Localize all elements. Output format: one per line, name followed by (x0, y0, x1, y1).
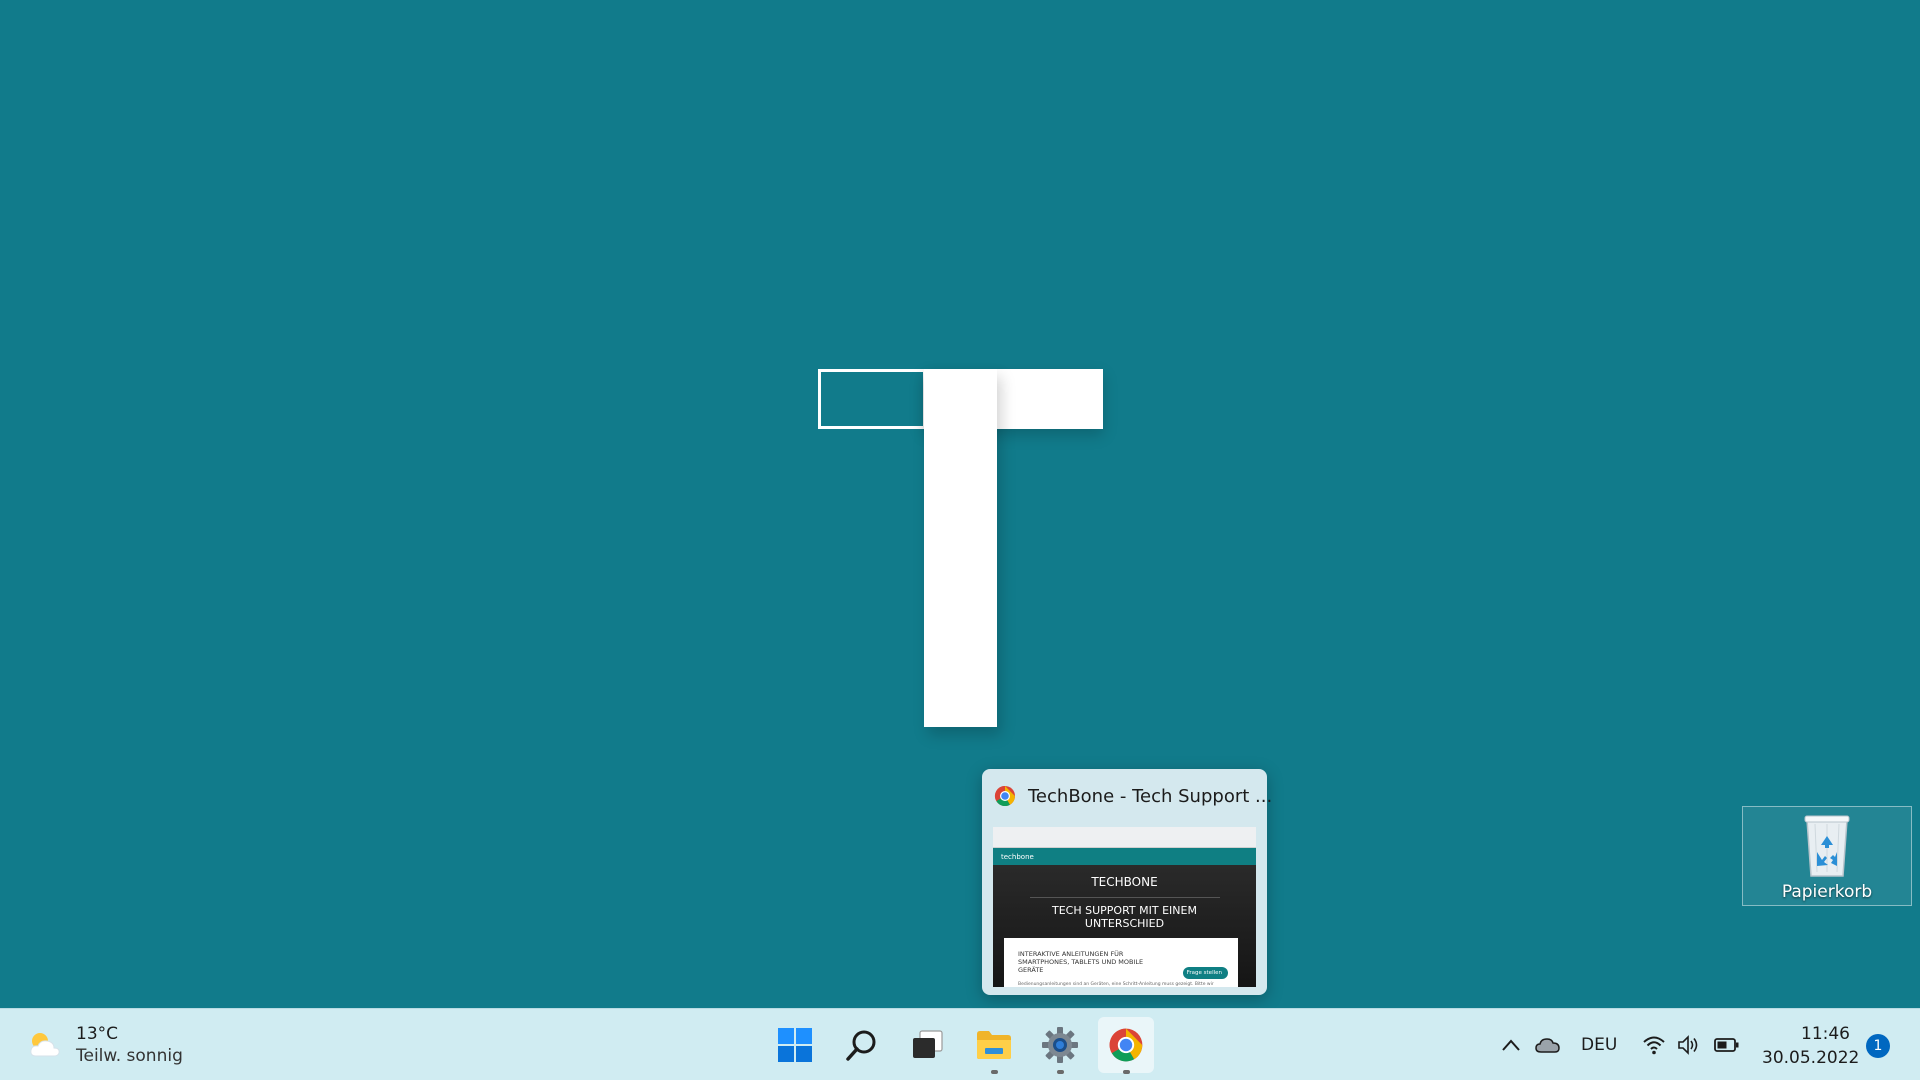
windows-start-icon (778, 1028, 812, 1062)
chrome-icon (994, 785, 1015, 807)
tray-volume[interactable] (1677, 1009, 1699, 1080)
thumbnail-ask-button: Frage stellen (1182, 967, 1228, 979)
battery-icon (1714, 1038, 1739, 1052)
start-button[interactable] (767, 1017, 823, 1073)
taskbar: 13°C Teilw. sonnig DEU 11:46 30.05.2022 … (0, 1008, 1920, 1080)
clock-time: 11:46 (1801, 1024, 1850, 1044)
taskbar-settings[interactable] (1032, 1017, 1088, 1074)
task-view-button[interactable] (900, 1017, 956, 1073)
weather-widget[interactable]: 13°C Teilw. sonnig (28, 1023, 183, 1067)
tray-network[interactable] (1642, 1009, 1666, 1080)
recycle-bin-shortcut[interactable]: Papierkorb (1742, 806, 1912, 906)
taskbar-chrome[interactable] (1098, 1017, 1154, 1074)
thumbnail-footer-text: Bedienungsanleitungen sind an Geräten, e… (1018, 982, 1214, 987)
tray-language[interactable]: DEU (1581, 1009, 1617, 1080)
thumbnail-heading: TECHBONE (1091, 875, 1158, 889)
thumbnail-subheading: TECH SUPPORT MIT EINEM UNTERSCHIED (1052, 904, 1197, 930)
taskbar-file-explorer[interactable] (966, 1017, 1022, 1074)
running-indicator (1123, 1070, 1130, 1074)
gear-icon (1042, 1027, 1078, 1063)
speaker-icon (1678, 1035, 1698, 1055)
search-button[interactable] (834, 1017, 890, 1073)
thumbnail-browser-bar (993, 827, 1256, 848)
chrome-icon (1109, 1028, 1143, 1062)
preview-thumbnail[interactable]: techbone TECHBONE TECH SUPPORT MIT EINEM… (993, 827, 1256, 987)
wifi-icon (1643, 1036, 1665, 1055)
folder-icon (977, 1031, 1011, 1059)
logo-stem (924, 369, 997, 727)
clock[interactable]: 11:46 30.05.2022 (1762, 1022, 1860, 1070)
tray-onedrive[interactable] (1535, 1009, 1561, 1080)
running-indicator (991, 1070, 998, 1074)
weather-temperature: 13°C (76, 1024, 119, 1044)
notification-badge[interactable]: 1 (1866, 1034, 1890, 1058)
preview-header: TechBone - Tech Support ... (994, 785, 1272, 807)
recycle-bin-label: Papierkorb (1781, 882, 1873, 902)
partly-sunny-icon (30, 1033, 60, 1057)
preview-window-title: TechBone - Tech Support ... (1028, 785, 1273, 807)
weather-condition: Teilw. sonnig (76, 1046, 183, 1066)
thumbnail-hero: TECHBONE TECH SUPPORT MIT EINEM UNTERSCH… (993, 865, 1256, 987)
thumbnail-site-logo: techbone (1001, 852, 1034, 861)
clock-date: 30.05.2022 (1762, 1048, 1860, 1068)
logo-outline-block (818, 369, 926, 429)
weather-text: 13°C Teilw. sonnig (76, 1023, 183, 1067)
search-icon (846, 1030, 876, 1061)
thumbnail-divider (1029, 897, 1220, 898)
tray-battery[interactable] (1714, 1009, 1740, 1080)
tray-overflow-button[interactable] (1500, 1009, 1522, 1080)
thumbnail-site-nav: techbone (993, 848, 1256, 865)
desktop-wallpaper-logo (0, 0, 1920, 1080)
thumbnail-card-text: INTERAKTIVE ANLEITUNGEN FÜR SMARTPHONES,… (1018, 950, 1144, 974)
running-indicator (1057, 1070, 1064, 1074)
task-view-icon (913, 1030, 943, 1058)
onedrive-cloud-icon (1535, 1038, 1560, 1053)
recycle-bin-icon (1804, 815, 1850, 877)
chevron-up-icon (1502, 1039, 1520, 1051)
taskbar-window-preview[interactable]: TechBone - Tech Support ... techbone TEC… (982, 769, 1272, 995)
thumbnail-card: INTERAKTIVE ANLEITUNGEN FÜR SMARTPHONES,… (1004, 938, 1238, 987)
language-indicator: DEU (1581, 1035, 1618, 1055)
logo-crossbar (924, 369, 1103, 429)
